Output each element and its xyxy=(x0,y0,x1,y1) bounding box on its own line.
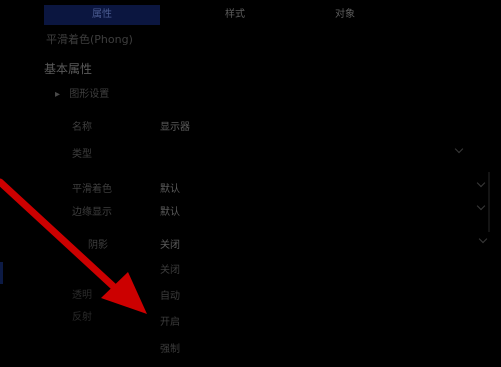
arrow-shaft xyxy=(0,178,130,302)
red-arrow-annotation xyxy=(0,178,147,314)
